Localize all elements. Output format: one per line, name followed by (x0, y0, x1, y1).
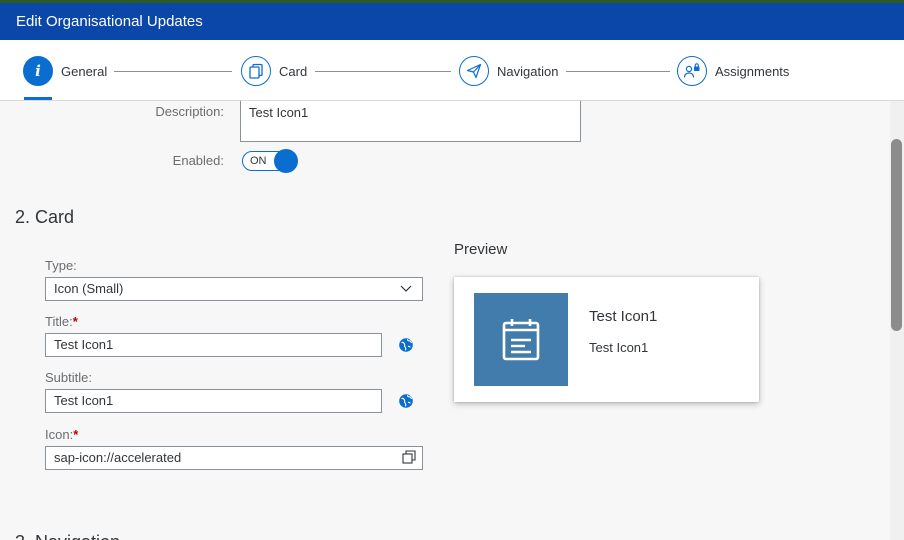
description-textarea[interactable]: Test Icon1 (240, 101, 581, 142)
accelerated-calendar-icon (502, 318, 540, 360)
form-content: Description: Test Icon1 Enabled: ON 2. C… (0, 101, 890, 540)
vertical-scrollbar[interactable] (890, 101, 904, 540)
wizard-connector (566, 71, 670, 72)
wizard-step-label: Card (279, 63, 308, 79)
chevron-down-icon (400, 285, 412, 292)
wizard-step-label: General (61, 63, 108, 79)
globe-translate-icon[interactable] (398, 337, 414, 353)
subtitle-label: Subtitle: (45, 370, 92, 385)
active-step-indicator (24, 97, 52, 100)
type-select-value: Icon (Small) (54, 281, 124, 296)
icon-input-value: sap-icon://accelerated (54, 450, 182, 465)
wizard-step-general[interactable]: i General (23, 56, 107, 86)
required-marker: * (73, 427, 79, 442)
wizard-connector (315, 71, 451, 72)
info-icon: i (23, 56, 53, 86)
type-label: Type: (45, 258, 77, 273)
title-label-text: Title: (45, 314, 73, 329)
paper-plane-icon (459, 56, 489, 86)
wizard-step-label: Navigation (497, 63, 559, 79)
dialog-title: Edit Organisational Updates (0, 3, 904, 40)
preview-card-subtitle: Test Icon1 (589, 340, 649, 355)
subtitle-input[interactable]: Test Icon1 (45, 389, 382, 413)
enabled-label: Enabled: (172, 153, 224, 168)
toggle-knob (274, 149, 298, 173)
title-label: Title:* (45, 314, 78, 329)
section-title-navigation: 3. Navigation (15, 532, 120, 540)
value-help-icon[interactable] (402, 450, 416, 464)
icon-input[interactable]: sap-icon://accelerated (45, 446, 423, 470)
wizard-step-label: Assignments (715, 63, 790, 79)
card-icon-tile (474, 293, 568, 386)
section-title-card: 2. Card (15, 207, 75, 227)
wizard-step-navigation[interactable]: Navigation (459, 56, 558, 86)
enabled-toggle[interactable]: ON (242, 149, 298, 173)
wizard-connector (114, 71, 232, 72)
type-select[interactable]: Icon (Small) (45, 277, 423, 301)
card-icon (241, 56, 271, 86)
wizard-progress: i General Card Navigation Assignments (0, 40, 904, 101)
wizard-step-assignments[interactable]: Assignments (677, 56, 789, 86)
globe-translate-icon[interactable] (398, 393, 414, 409)
wizard-step-card[interactable]: Card (241, 56, 307, 86)
title-input[interactable]: Test Icon1 (45, 333, 382, 357)
user-lock-icon (677, 56, 707, 86)
preview-label: Preview (454, 241, 508, 258)
preview-card: Test Icon1 Test Icon1 (454, 277, 759, 402)
description-label: Description: (155, 104, 224, 119)
icon-label-text: Icon: (45, 427, 74, 442)
icon-label: Icon:* (45, 427, 78, 442)
scrollbar-thumb[interactable] (891, 139, 902, 331)
required-marker: * (72, 314, 78, 329)
preview-card-title: Test Icon1 (589, 308, 658, 325)
